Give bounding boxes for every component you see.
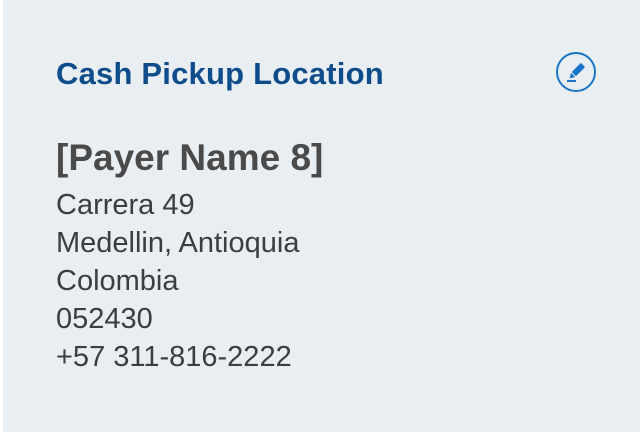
cash-pickup-location-card: Cash Pickup Location [Payer Name 8] Carr… xyxy=(3,0,640,432)
pencil-edit-icon xyxy=(567,63,585,82)
address-phone: +57 311-816-2222 xyxy=(56,341,292,373)
address-country: Colombia xyxy=(56,265,179,297)
address-street: Carrera 49 xyxy=(56,189,195,221)
payer-name: [Payer Name 8] xyxy=(56,137,324,178)
address-city-region: Medellin, Antioquia xyxy=(56,227,300,259)
card-title: Cash Pickup Location xyxy=(56,56,384,91)
address-postal-code: 052430 xyxy=(56,303,153,335)
address-block: Carrera 49 Medellin, Antioquia Colombia … xyxy=(56,186,299,376)
edit-button[interactable] xyxy=(556,52,596,92)
